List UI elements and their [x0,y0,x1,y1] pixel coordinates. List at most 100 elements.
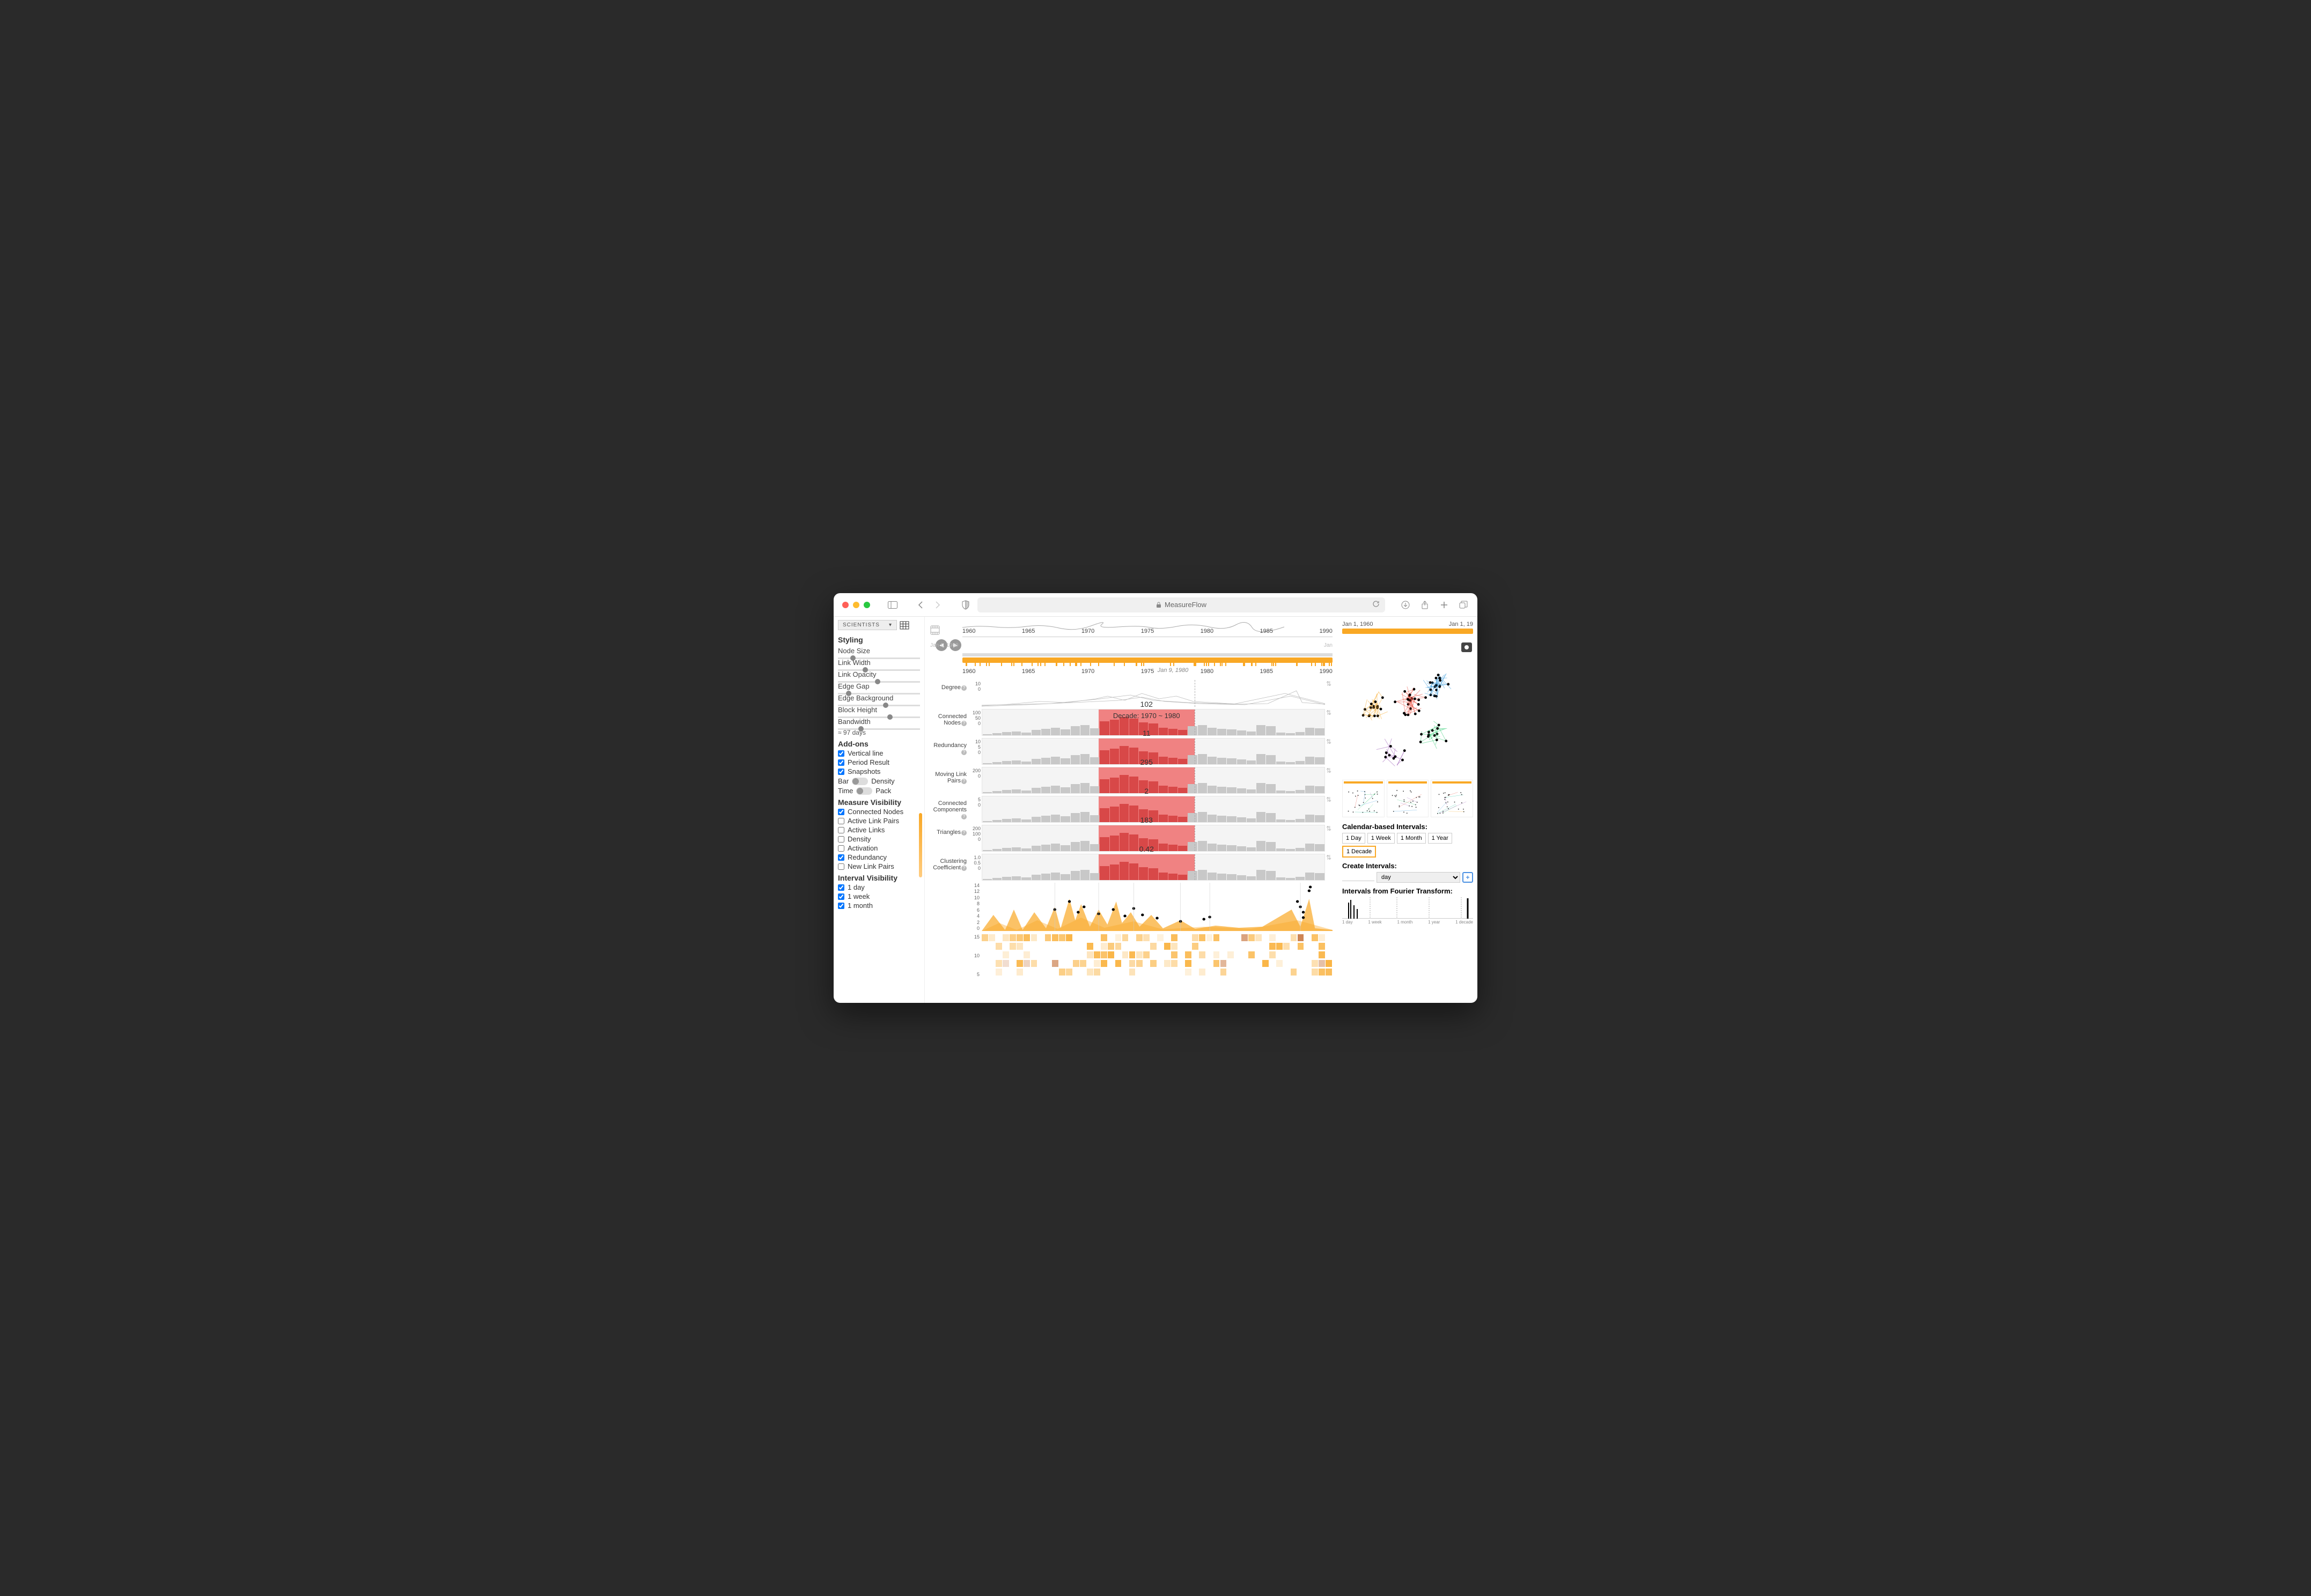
measure-connected-components: Connected Components? 50 2 ⇅ [930,796,1333,823]
vis-new-link-pairs[interactable]: New Link Pairs [838,862,920,870]
grid-icon[interactable] [900,622,909,631]
interval-1-month[interactable]: 1 Month [1397,833,1426,844]
toggle-bar[interactable]: BarDensity [838,777,920,785]
measure-connected-nodes: Connected Nodes? 100500 102 Decade: 1970… [930,709,1333,736]
vis-density[interactable]: Density [838,835,920,843]
cursor-date: Jan 9, 1980 [1158,667,1189,674]
interval-vis-title: Interval Visibility [838,874,920,882]
styling-title: Styling [838,636,920,644]
center-panel: 1960196519701975198019851990 Jan 1, 1960… [925,617,1338,1003]
vis-activation[interactable]: Activation [838,844,920,852]
end-date: Jan [1324,642,1333,648]
interval-1-year[interactable]: 1 Year [1428,833,1452,844]
help-icon[interactable]: ? [961,779,967,784]
sort-icon[interactable]: ⇅ [1325,854,1333,861]
help-icon[interactable]: ? [961,685,967,691]
help-icon[interactable]: ? [961,866,967,871]
interval-unit-select[interactable]: day [1377,872,1460,883]
help-icon[interactable]: ? [961,830,967,836]
back-icon[interactable] [915,600,926,610]
new-tab-icon[interactable] [1439,600,1449,610]
ivis-1-day[interactable]: 1 day [838,883,920,891]
shield-icon[interactable] [960,600,971,610]
interval-1-week[interactable]: 1 Week [1367,833,1395,844]
vis-redundancy[interactable]: Redundancy [838,853,920,861]
content: SCIENTISTS ▾ Styling Node Size Link Width… [834,617,1477,1003]
right-date-end: Jan 1, 19 [1449,621,1473,627]
right-date-start: Jan 1, 1960 [1342,621,1373,627]
snapshot-1[interactable] [1342,780,1385,817]
reload-icon[interactable] [1372,600,1380,609]
vis-active-links[interactable]: Active Links [838,826,920,834]
slider-node-size[interactable]: Node Size [838,646,920,656]
sidebar-toggle-icon[interactable] [887,600,898,610]
close-icon[interactable] [842,602,849,608]
add-interval-button[interactable]: + [1462,872,1473,883]
slider-link-opacity[interactable]: Link Opacity [838,670,920,679]
slider-edge-background[interactable]: Edge Background [838,693,920,703]
page-title: MeasureFlow [1165,601,1206,609]
snapshots [1342,780,1473,817]
vis-connected-nodes[interactable]: Connected Nodes [838,808,920,816]
interval-number-input[interactable] [1342,874,1374,881]
fourier-chart[interactable] [1342,897,1473,919]
heatmap[interactable]: 15105 [982,934,1333,977]
forward-icon[interactable] [932,600,943,610]
snapshot-3[interactable] [1431,780,1473,817]
film-icon[interactable] [930,625,940,638]
minimize-icon[interactable] [853,602,859,608]
main: 1960196519701975198019851990 Jan 1, 1960… [925,617,1477,1003]
chevron-down-icon: ▾ [889,622,892,628]
dataset-dropdown[interactable]: SCIENTISTS ▾ [838,620,897,630]
timeline-grey[interactable] [962,653,1333,656]
sort-icon[interactable]: ⇅ [1325,796,1333,803]
maximize-icon[interactable] [864,602,870,608]
measure-degree: Degree? 100 ⇅ [930,680,1333,707]
toggle-time[interactable]: TimePack [838,787,920,795]
sort-icon[interactable]: ⇅ [1325,709,1333,716]
slider-edge-gap[interactable]: Edge Gap [838,682,920,691]
vis-active-link-pairs[interactable]: Active Link Pairs [838,817,920,825]
network-graph[interactable] [1342,636,1473,775]
interval-1-decade[interactable]: 1 Decade [1342,846,1376,858]
measure-vis-title: Measure Visibility [838,798,920,807]
density-chart[interactable]: 14121086420 [982,883,1333,931]
timeline-marks [962,663,1333,667]
measure-clustering-coefficient: Clustering Coefficient? 1.00.50 0.42 ⇅ [930,854,1333,881]
slider-link-width[interactable]: Link Width [838,658,920,668]
measure-moving-link-pairs: Moving Link Pairs? 2000 295 ⇅ [930,767,1333,794]
app-window: MeasureFlow SCIENTISTS [834,593,1477,1003]
overview-timeline[interactable]: 1960196519701975198019851990 [962,621,1333,637]
timeline-orange[interactable] [962,657,1333,663]
help-icon[interactable]: ? [961,814,967,819]
snapshot-2[interactable] [1387,780,1429,817]
interval-1-day[interactable]: 1 Day [1342,833,1365,844]
addons-title: Add-ons [838,740,920,748]
measure-triangles: Triangles? 2001000 183 ⇅ [930,825,1333,852]
slider-block-height[interactable]: Block Height [838,705,920,715]
titlebar: MeasureFlow [834,593,1477,617]
right-timeline[interactable] [1342,629,1473,634]
sort-icon[interactable]: ⇅ [1325,825,1333,832]
download-icon[interactable] [1400,600,1411,610]
check-vertical-line[interactable]: Vertical line [838,749,920,757]
ivis-1-week[interactable]: 1 week [838,892,920,900]
create-intervals-title: Create Intervals: [1342,862,1473,870]
check-period-result[interactable]: Period Result [838,758,920,766]
lock-icon [1156,602,1161,608]
url-bar[interactable]: MeasureFlow [977,597,1385,612]
sort-icon[interactable]: ⇅ [1325,767,1333,774]
share-icon[interactable] [1419,600,1430,610]
sort-icon[interactable]: ⇅ [1325,680,1333,688]
traffic-lights [842,602,870,608]
sidebar: SCIENTISTS ▾ Styling Node Size Link Width… [834,617,925,1003]
measure-redundancy: Redundancy? 1050 11 ⇅ [930,738,1333,765]
tabs-icon[interactable] [1458,600,1469,610]
ivis-1-month[interactable]: 1 month [838,902,920,910]
vis-scrollbar[interactable] [919,813,922,877]
slider-bandwidth[interactable]: Bandwidth [838,717,920,727]
check-snapshots[interactable]: Snapshots [838,767,920,775]
help-icon[interactable]: ? [961,721,967,726]
help-icon[interactable]: ? [961,750,967,755]
sort-icon[interactable]: ⇅ [1325,738,1333,745]
